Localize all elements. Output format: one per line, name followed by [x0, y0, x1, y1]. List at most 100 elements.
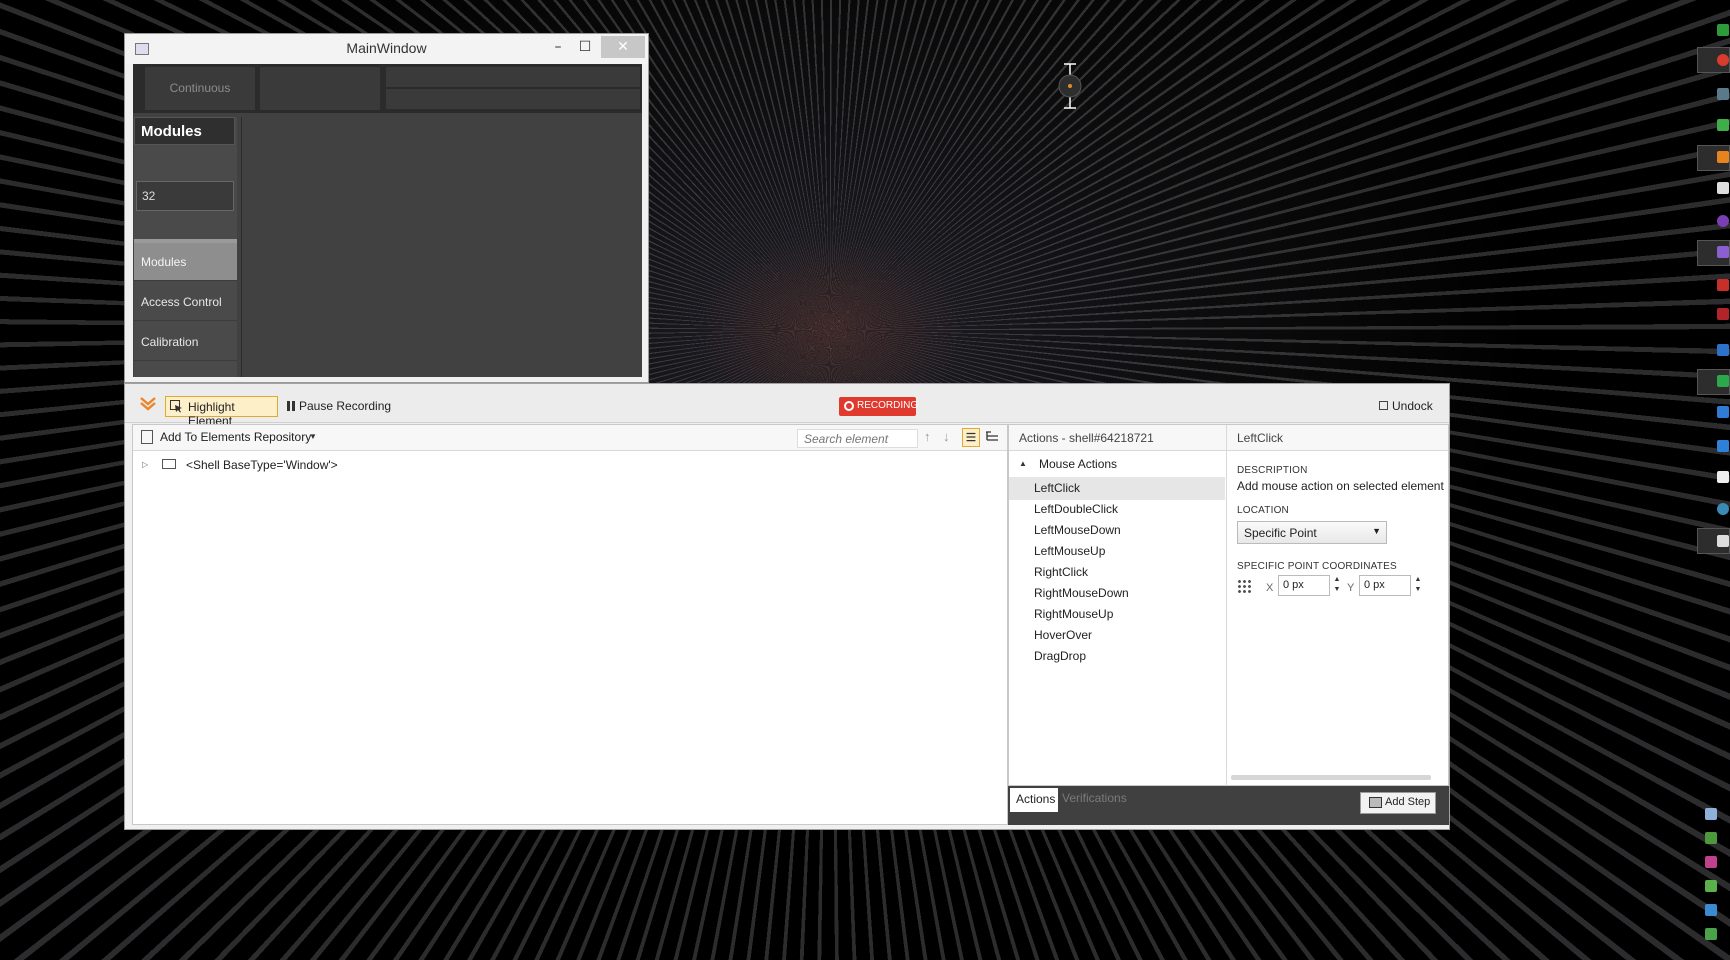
arrow-down-icon[interactable]: ↓ — [943, 429, 950, 444]
tab-continuous[interactable]: Continuous — [145, 67, 255, 110]
app-icon-green[interactable] — [1717, 375, 1729, 387]
location-label: LOCATION — [1237, 505, 1289, 516]
recorder-logo-icon[interactable] — [139, 395, 157, 411]
group-label: Mouse Actions — [1039, 457, 1118, 471]
value-field[interactable]: 32 — [136, 181, 234, 211]
tray-icon[interactable] — [1705, 928, 1717, 940]
main-window: MainWindow – ☐ ✕ Continuous Modules 32 M… — [124, 33, 649, 383]
location-dropdown[interactable]: Specific Point ▼ — [1237, 521, 1387, 544]
actions-bottom-bar: Actions Verifications Add Step — [1008, 786, 1449, 825]
undock-icon — [1379, 401, 1388, 410]
undock-button[interactable]: Undock — [1379, 399, 1433, 413]
recorder-panel: Highlight Element Pause Recording RECORD… — [124, 383, 1450, 830]
app-icon-white[interactable] — [1717, 471, 1729, 483]
action-rightmouseup[interactable]: RightMouseUp — [1009, 603, 1225, 626]
app-icon-orange[interactable] — [1717, 151, 1729, 163]
sidebar: Modules 32 Modules Access Control Calibr… — [134, 117, 237, 377]
recorder-toolbar: Highlight Element Pause Recording RECORD… — [125, 384, 1449, 428]
actions-list: ▲ Mouse Actions LeftClick LeftDoubleClic… — [1009, 451, 1227, 787]
tab-blank[interactable] — [386, 67, 640, 87]
tray-icon[interactable] — [1705, 880, 1717, 892]
sidebar-item-modules[interactable]: Modules — [134, 243, 237, 281]
action-hoverover[interactable]: HoverOver — [1009, 624, 1225, 647]
add-step-button[interactable]: Add Step — [1360, 792, 1436, 814]
window-icon — [162, 459, 176, 469]
add-element-icon — [141, 430, 153, 444]
collapse-arrow-icon[interactable]: ▲ — [1019, 459, 1027, 468]
action-rightmousedown[interactable]: RightMouseDown — [1009, 582, 1225, 605]
app-icon[interactable] — [1717, 88, 1729, 100]
point-picker-icon[interactable] — [1237, 579, 1251, 593]
expand-arrow-icon[interactable]: ▷ — [142, 460, 148, 469]
app-icon-green[interactable] — [1717, 119, 1729, 131]
window-client-area: Continuous Modules 32 Modules Access Con… — [133, 64, 642, 377]
list-view-icon[interactable] — [962, 428, 980, 447]
undock-label: Undock — [1392, 399, 1433, 413]
pause-icon — [287, 401, 295, 411]
tray-icon[interactable] — [1705, 904, 1717, 916]
arrow-up-icon[interactable]: ↑ — [924, 429, 931, 444]
app-icon-blue[interactable] — [1717, 406, 1729, 418]
action-leftclick[interactable]: LeftClick — [1009, 477, 1225, 500]
recording-status-badge: RECORDING — [839, 397, 918, 416]
app-icon-white[interactable] — [1717, 535, 1729, 547]
app-icon-blue[interactable] — [1717, 440, 1729, 452]
chevron-down-icon[interactable]: ▼ — [309, 432, 317, 441]
maximize-button[interactable]: ☐ — [572, 36, 598, 58]
element-tree-pane: Add To Elements Repository ▼ ↑ ↓ ▷ <Shel… — [132, 424, 1008, 825]
action-leftmouseup[interactable]: LeftMouseUp — [1009, 540, 1225, 563]
details-title: LeftClick — [1227, 425, 1448, 451]
minimize-button[interactable]: – — [545, 36, 571, 58]
horizontal-scrollbar[interactable] — [1231, 775, 1431, 780]
x-spinner[interactable]: ▲ ▼ — [1331, 575, 1343, 596]
x-coordinate-input[interactable]: 0 px — [1278, 575, 1330, 596]
tray-icon[interactable] — [1705, 808, 1717, 820]
tree-toolbar: Add To Elements Repository ▼ ↑ ↓ — [133, 425, 1007, 451]
record-icon — [844, 401, 854, 411]
tree-view-icon[interactable] — [984, 429, 1000, 445]
mode-toolbar: Continuous — [133, 64, 642, 113]
y-spinner[interactable]: ▲ ▼ — [1412, 575, 1424, 596]
app-icon-blue[interactable] — [1717, 344, 1729, 356]
action-leftmousedown[interactable]: LeftMouseDown — [1009, 519, 1225, 542]
sidebar-item-access-control[interactable]: Access Control — [134, 283, 237, 321]
sidebar-item-calibration[interactable]: Calibration — [134, 323, 237, 361]
close-button[interactable]: ✕ — [601, 36, 645, 58]
app-icon-purple[interactable] — [1717, 215, 1729, 227]
highlight-element-button[interactable]: Highlight Element — [165, 396, 278, 428]
actions-header: Actions - shell#64218721 — [1009, 425, 1227, 451]
cursor-icon — [1058, 63, 1082, 109]
app-icon-blue[interactable] — [1717, 503, 1729, 515]
coordinates-label: SPECIFIC POINT COORDINATES — [1237, 561, 1397, 572]
add-step-icon — [1369, 797, 1382, 808]
browser-icon[interactable] — [1717, 54, 1729, 66]
description-text: Add mouse action on selected element — [1237, 479, 1444, 493]
title-bar[interactable]: MainWindow – ☐ ✕ — [125, 34, 648, 64]
action-dragdrop[interactable]: DragDrop — [1009, 645, 1225, 668]
add-to-repository-label: Add To Elements Repository — [160, 430, 312, 444]
search-element-input[interactable] — [797, 429, 918, 448]
visual-studio-icon[interactable] — [1717, 246, 1729, 258]
app-icon-red[interactable] — [1717, 279, 1729, 291]
tree-node-label: <Shell BaseType='Window'> — [186, 458, 338, 472]
app-icon-red[interactable] — [1717, 308, 1729, 320]
action-leftdoubleclick[interactable]: LeftDoubleClick — [1009, 498, 1225, 521]
action-rightclick[interactable]: RightClick — [1009, 561, 1225, 584]
tab-blank[interactable] — [386, 89, 640, 109]
add-step-label: Add Step — [1385, 796, 1431, 808]
sidebar-header: Modules — [134, 117, 235, 145]
tab-verifications[interactable]: Verifications — [1062, 791, 1127, 805]
tray-icon[interactable] — [1705, 832, 1717, 844]
pause-recording-button[interactable]: Pause Recording — [285, 399, 391, 413]
tray-icon[interactable] — [1705, 856, 1717, 868]
description-label: DESCRIPTION — [1237, 465, 1308, 476]
add-to-repository-button[interactable]: Add To Elements Repository ▼ — [141, 430, 317, 444]
y-coordinate-input[interactable]: 0 px — [1359, 575, 1411, 596]
location-value: Specific Point — [1244, 526, 1317, 540]
tab-blank[interactable] — [260, 67, 380, 110]
app-icon-green[interactable] — [1717, 24, 1729, 36]
pause-recording-label: Pause Recording — [299, 399, 392, 413]
chevron-down-icon: ▼ — [1372, 526, 1381, 536]
tab-actions[interactable]: Actions — [1010, 788, 1058, 812]
app-icon[interactable] — [1717, 182, 1729, 194]
